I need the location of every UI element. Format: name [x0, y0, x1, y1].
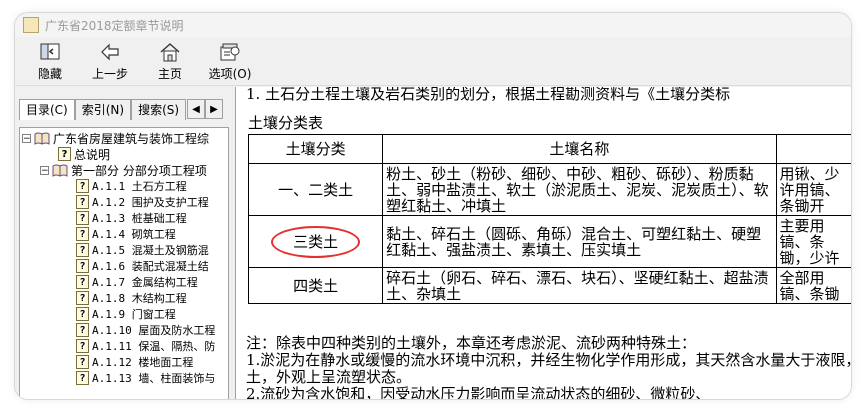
intro-text: 1. 土石分土程土壤及岩石类别的划分，根据土程勘测资料与《土壤分类标: [246, 87, 731, 103]
title-bar: 广东省2018定额章节说明: [15, 13, 851, 37]
table-header-row: 土壤分类 土壤名称: [247, 134, 851, 164]
note-line: 2.流砂为含水饱和，因受动水压力影响而呈流动状态的细砂、微粒砂、: [246, 385, 711, 400]
help-page-icon: ?: [76, 227, 89, 241]
tree-item[interactable]: ? A.1.9 门窗工程: [76, 306, 176, 322]
content-pane: 1. 土石分土程土壤及岩石类别的划分，根据土程勘测资料与《土壤分类标 土壤分类表…: [235, 87, 851, 400]
toolbar: 隐藏 上一步 主页 选项(O): [15, 37, 851, 86]
table-cell: 主要用镐、条锄，少许用锹开挖，机械需部分刨松方能铲挖满载者或可直接铲挖但不能满载…: [775, 215, 851, 268]
hide-icon: [40, 43, 60, 60]
app-icon: [23, 17, 39, 33]
tree-item[interactable]: ? A.1.10 屋面及防水工程: [76, 322, 215, 338]
help-page-icon: ?: [76, 211, 89, 225]
help-page-icon: ?: [76, 179, 89, 193]
options-icon: [220, 43, 240, 61]
table-row: 一、二类土 粉土、砂土（粉砂、细砂、中砂、粗砂、砾砂）、粉质黏土、弱中盐渍土、软…: [247, 163, 851, 216]
tree-item[interactable]: ? A.1.8 木结构工程: [76, 290, 187, 306]
tree-item[interactable]: ? A.1.7 金属结构工程: [76, 274, 198, 290]
column-header: 土壤分类: [247, 134, 384, 164]
table-cell: 碎石土（卵石、碎石、漂石、块石）、坚硬红黏土、超盐渍土、杂填土: [382, 267, 777, 304]
book-icon: [52, 164, 68, 177]
table-row: 四类土 碎石土（卵石、碎石、漂石、块石）、坚硬红黏土、超盐渍土、杂填土 全部用镐…: [247, 267, 851, 304]
window-title: 广东省2018定额章节说明: [45, 18, 184, 33]
collapse-icon[interactable]: −: [40, 165, 49, 175]
table-cell: 粉土、砂土（粉砂、细砂、中砂、粗砂、砾砂）、粉质黏土、弱中盐渍土、软土（淤泥质土…: [382, 163, 777, 216]
tab-contents[interactable]: 目录(C): [19, 99, 75, 120]
help-page-icon: ?: [76, 275, 89, 289]
help-page-icon: ?: [76, 339, 89, 353]
book-icon: [34, 132, 50, 145]
home-button[interactable]: 主页: [141, 41, 199, 85]
tab-index[interactable]: 索引(N): [74, 99, 132, 120]
soil-classification-table: 土壤分类 土壤名称 一、二类土 粉土、砂土（粉砂、细砂、中砂、粗砂、砾砂）、粉质…: [247, 134, 851, 304]
help-page-icon: ?: [76, 371, 89, 385]
help-page-icon: ?: [58, 147, 71, 161]
nav-tabs: 目录(C) 索引(N) 搜索(S): [19, 99, 187, 120]
tree-item[interactable]: ? A.1.13 墙、柱面装饰与: [76, 370, 215, 386]
back-arrow-icon: [101, 43, 119, 61]
table-cell: 四类土: [247, 267, 384, 304]
help-page-icon: ?: [76, 243, 89, 257]
tree-node-part1[interactable]: − 第一部分 分部分项工程项: [40, 162, 207, 178]
tab-scroll-left-button[interactable]: ◀: [187, 99, 205, 119]
tree-item[interactable]: ? A.1.6 装配式混凝土结: [76, 258, 209, 274]
table-cell: 一、二类土: [247, 163, 384, 216]
help-window: 广东省2018定额章节说明 隐藏 上一步 主页 选项(O) 目录(C) 索引(N…: [14, 12, 852, 400]
note-line: 土，外观上呈流塑状态。: [246, 368, 412, 386]
table-cell: 黏土、碎石土（圆砾、角砾）混合土、可塑红黏土、硬塑红黏土、强盐渍土、素填土、压实…: [382, 215, 777, 268]
home-icon: [160, 43, 180, 62]
tree-item[interactable]: ? A.1.1 土石方工程: [76, 178, 187, 194]
contents-tree: − 广东省房屋建筑与装饰工程综 ? 总说明 − 第一部分 分部分项工程项 ? A.…: [19, 127, 229, 399]
note-line: 1.淤泥为在静水或缓慢的流水环境中沉积，并经生物化学作用形成，其天然含水量大于液…: [246, 351, 851, 369]
highlighted-category: 三类土: [271, 225, 361, 258]
help-page-icon: ?: [76, 291, 89, 305]
tree-item[interactable]: ? A.1.4 砌筑工程: [76, 226, 176, 242]
table-row: 三类土 黏土、碎石土（圆砾、角砾）混合土、可塑红黏土、硬塑红黏土、强盐渍土、素填…: [247, 215, 851, 268]
help-page-icon: ?: [76, 355, 89, 369]
column-header: [775, 134, 851, 164]
tree-item[interactable]: ? A.1.11 保温、隔热、防: [76, 338, 215, 354]
table-cell: 三类土: [247, 215, 384, 268]
options-button[interactable]: 选项(O): [201, 41, 259, 85]
table-cell: 用锹、少许用镐、条锄开挖，机械能全部直接铲挖满载者: [775, 163, 851, 216]
help-page-icon: ?: [76, 259, 89, 273]
tree-node-summary[interactable]: ? 总说明: [58, 146, 110, 162]
notes-section: 注：除表中四种类别的土壤外，本章还考虑淤泥、流砂两种特殊土： 1.淤泥为在静水或…: [246, 334, 851, 400]
note-line: 注：除表中四种类别的土壤外，本章还考虑淤泥、流砂两种特殊土：: [246, 334, 697, 352]
navigation-pane: 目录(C) 索引(N) 搜索(S) ◀ ▶ − 广东省房屋建筑与装饰工程综 ? …: [15, 87, 229, 399]
column-header: 土壤名称: [382, 134, 777, 164]
hide-button[interactable]: 隐藏: [21, 41, 79, 85]
collapse-icon[interactable]: −: [22, 133, 31, 143]
back-button[interactable]: 上一步: [81, 41, 139, 85]
tree-item[interactable]: ? A.1.5 混凝土及钢筋混: [76, 242, 209, 258]
tree-item[interactable]: ? A.1.12 楼地面工程: [76, 354, 193, 370]
tab-scroll-arrows: ◀ ▶: [187, 99, 223, 119]
help-page-icon: ?: [76, 307, 89, 321]
tab-search[interactable]: 搜索(S): [131, 99, 187, 120]
help-page-icon: ?: [76, 195, 89, 209]
table-title: 土壤分类表: [248, 114, 324, 132]
tab-scroll-right-button[interactable]: ▶: [205, 99, 223, 119]
tree-item[interactable]: ? A.1.2 围护及支护工程: [76, 194, 209, 210]
triangle-right-icon: ▶: [210, 103, 218, 115]
tree-item[interactable]: ? A.1.3 桩基础工程: [76, 210, 187, 226]
help-page-icon: ?: [76, 323, 89, 337]
tree-node-root[interactable]: − 广东省房屋建筑与装饰工程综: [22, 130, 209, 146]
table-cell: 全部用镐、条锄挖掘，少许用撬棍挖掘，机械须普遍刨松方能铲挖满载者: [775, 267, 851, 304]
triangle-left-icon: ◀: [192, 103, 200, 115]
